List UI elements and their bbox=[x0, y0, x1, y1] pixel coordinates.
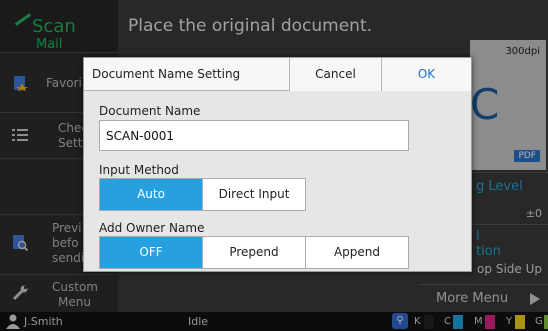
owner-off-button[interactable]: OFF bbox=[100, 237, 203, 268]
owner-append-button[interactable]: Append bbox=[306, 237, 408, 268]
owner-name-label: Add Owner Name bbox=[99, 221, 205, 235]
owner-prepend-button[interactable]: Prepend bbox=[203, 237, 306, 268]
input-method-auto-button[interactable]: Auto bbox=[100, 179, 203, 210]
owner-name-selector: OFF Prepend Append bbox=[99, 236, 409, 269]
input-method-selector: Auto Direct Input bbox=[99, 178, 306, 211]
document-name-dialog: Document Name Setting Cancel OK Document… bbox=[83, 57, 472, 272]
dialog-header: Document Name Setting Cancel OK bbox=[84, 58, 471, 91]
input-method-direct-button[interactable]: Direct Input bbox=[203, 179, 305, 210]
cancel-button[interactable]: Cancel bbox=[289, 58, 381, 91]
document-name-field[interactable]: SCAN-0001 bbox=[99, 120, 409, 151]
input-method-label: Input Method bbox=[99, 163, 179, 177]
dialog-title: Document Name Setting bbox=[92, 67, 241, 81]
ok-button[interactable]: OK bbox=[381, 58, 471, 91]
document-name-label: Document Name bbox=[99, 104, 201, 118]
